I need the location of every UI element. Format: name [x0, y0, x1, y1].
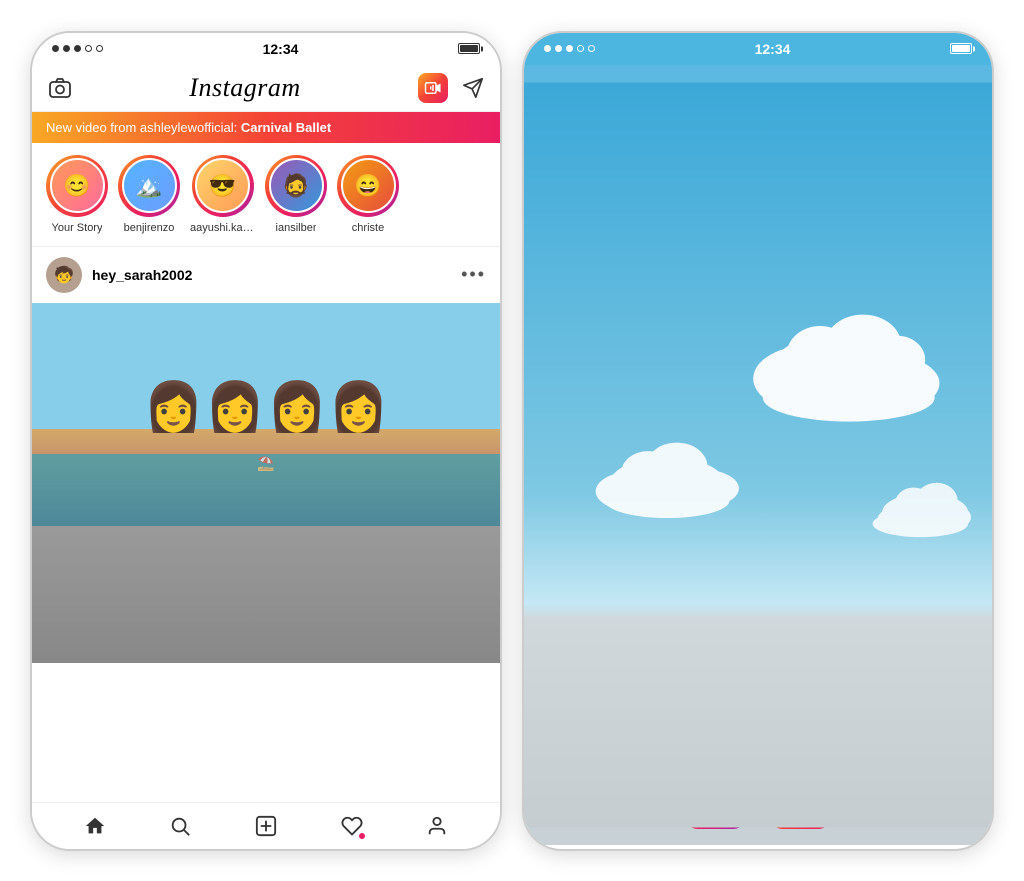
status-time-left: 12:34: [263, 41, 299, 57]
post-image: 👩👩👩👩 ⛱️: [32, 303, 500, 663]
dot-1: [52, 45, 59, 52]
post-avatar: 🧒: [46, 257, 82, 293]
nav-home[interactable]: [84, 815, 106, 837]
battery-icon-right: [950, 43, 972, 54]
battery-fill: [460, 45, 478, 52]
status-bar-left: 12:34: [32, 33, 500, 65]
dot-2: [63, 45, 70, 52]
post-people: 👩👩👩👩: [143, 378, 388, 435]
story-item-christe[interactable]: 😄 christe: [337, 155, 399, 234]
sky-svg: [524, 65, 992, 845]
your-story-emoji: 😊: [63, 173, 90, 199]
battery-left: [458, 43, 480, 54]
story-ring-3: 🧔: [265, 155, 327, 217]
likes-notification-dot: [359, 833, 365, 839]
status-bar-right: 12:34: [524, 33, 992, 65]
igtv-phone: 12:34: [522, 31, 994, 851]
story-label-3: iansilber: [276, 222, 317, 234]
battery-right: [950, 43, 972, 54]
story-label-4: christe: [352, 222, 384, 234]
story-emoji-4: 😄: [354, 173, 381, 199]
story-avatar-1: 🏔️: [122, 158, 177, 213]
battery-fill-right: [952, 45, 970, 52]
story-emoji-3: 🧔: [282, 173, 309, 199]
dot-4: [85, 45, 92, 52]
instagram-header: Instagram: [32, 65, 500, 112]
notification-text: New video from ashleylewofficial: Carniv…: [46, 120, 331, 135]
bottom-nav: [32, 802, 500, 849]
story-item-aayushi[interactable]: 😎 aayushi.kaushik: [190, 155, 255, 234]
dot-r4: [577, 45, 584, 52]
dot-r3: [566, 45, 573, 52]
post-avatar-emoji: 🧒: [54, 265, 74, 285]
send-button[interactable]: [462, 77, 484, 99]
dot-r5: [588, 45, 595, 52]
header-icons: [418, 73, 484, 103]
signal-dots: [52, 45, 103, 52]
dot-3: [74, 45, 81, 52]
instagram-phone: 12:34 Instagram: [30, 31, 502, 851]
signal-dots-right: [544, 45, 595, 52]
nav-search[interactable]: [169, 815, 191, 837]
nav-profile[interactable]: [426, 815, 448, 837]
story-avatar-2: 😎: [195, 158, 250, 213]
dot-r2: [555, 45, 562, 52]
igtv-button[interactable]: [418, 73, 448, 103]
story-emoji-1: 🏔️: [135, 173, 162, 199]
battery-icon-left: [458, 43, 480, 54]
story-ring-2: 😎: [192, 155, 254, 217]
story-ring-1: 🏔️: [118, 155, 180, 217]
story-label-1: benjirenzo: [124, 222, 175, 234]
post-image-decoration: ⛱️: [257, 455, 274, 472]
story-avatar-4: 😄: [341, 158, 396, 213]
instagram-logo: Instagram: [189, 73, 300, 103]
status-time-right: 12:34: [755, 41, 791, 57]
story-label-2: aayushi.kaushik: [190, 222, 255, 234]
story-avatar-3: 🧔: [269, 158, 324, 213]
stories-row: 😊 Your Story 🏔️ benjirenzo 😎: [32, 143, 500, 247]
story-item-iansilber[interactable]: 🧔 iansilber: [265, 155, 327, 234]
igtv-screen: [524, 65, 992, 845]
post-more-button[interactable]: •••: [461, 264, 486, 285]
camera-button[interactable]: [48, 76, 72, 100]
nav-new-post[interactable]: [255, 815, 277, 837]
your-story-avatar: 😊: [50, 158, 105, 213]
scene: 12:34 Instagram: [0, 0, 1024, 881]
story-ring-4: 😄: [337, 155, 399, 217]
dot-r1: [544, 45, 551, 52]
your-story-label: Your Story: [52, 222, 103, 234]
nav-likes[interactable]: [341, 815, 363, 837]
post-image-bg: 👩👩👩👩 ⛱️: [32, 303, 500, 663]
post-username: hey_sarah2002: [92, 267, 192, 283]
dot-5: [96, 45, 103, 52]
post-user[interactable]: 🧒 hey_sarah2002: [46, 257, 192, 293]
your-story-ring: 😊: [46, 155, 108, 217]
story-item-benjirenzo[interactable]: 🏔️ benjirenzo: [118, 155, 180, 234]
post-header: 🧒 hey_sarah2002 •••: [32, 247, 500, 303]
notification-banner[interactable]: New video from ashleylewofficial: Carniv…: [32, 112, 500, 143]
story-emoji-2: 😎: [209, 173, 236, 199]
story-item-yours[interactable]: 😊 Your Story: [46, 155, 108, 234]
